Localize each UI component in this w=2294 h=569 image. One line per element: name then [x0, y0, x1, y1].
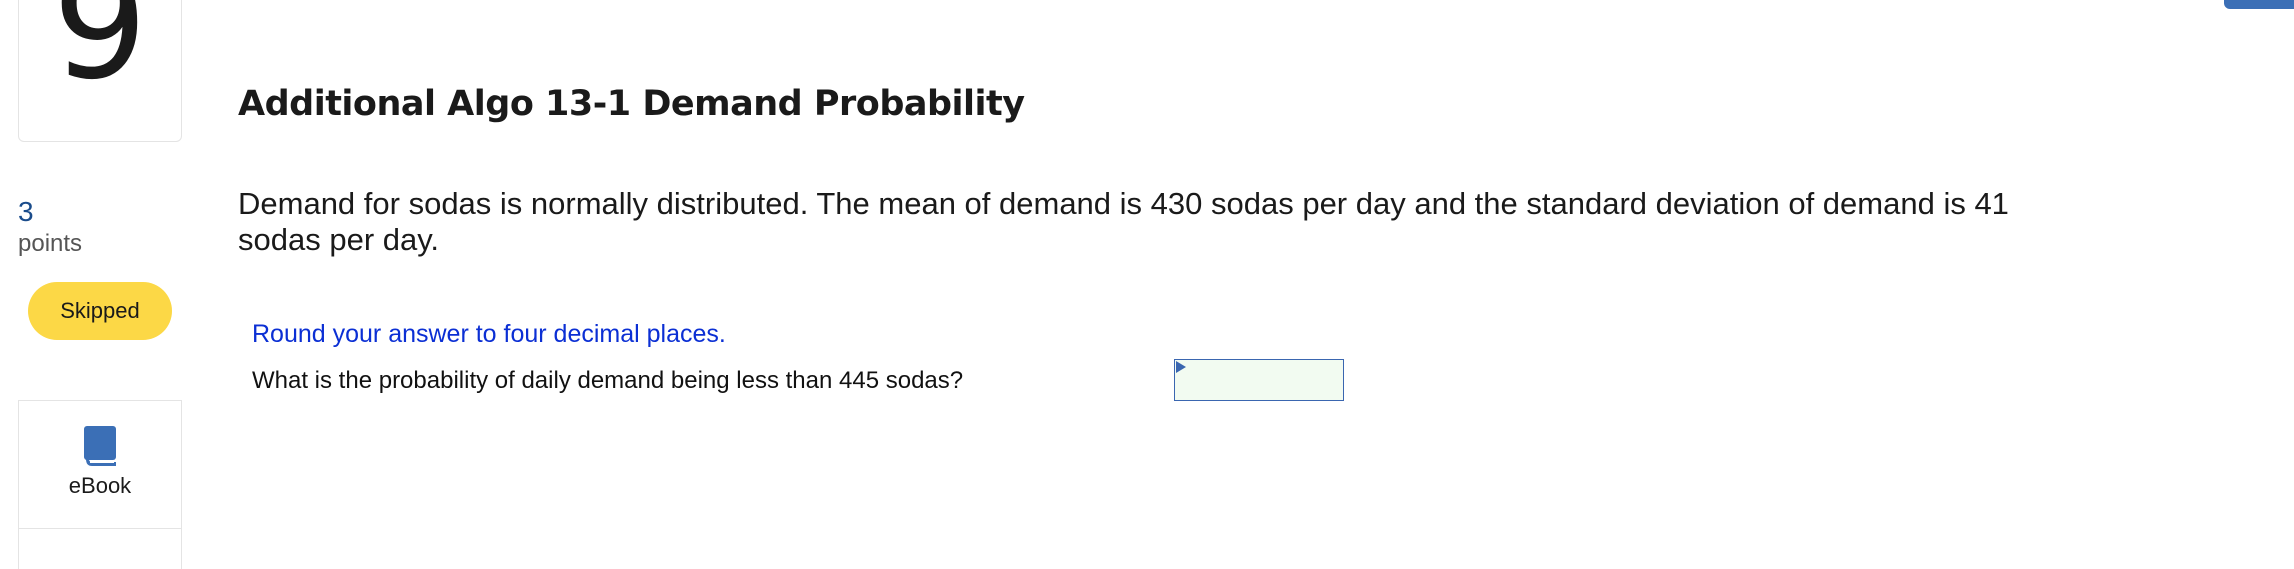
- status-badge-label: Skipped: [60, 298, 140, 323]
- book-icon: [84, 426, 116, 466]
- status-badge: Skipped: [28, 282, 172, 340]
- top-right-tab[interactable]: [2224, 0, 2294, 9]
- points-label: points: [18, 230, 83, 257]
- question-title: Additional Algo 13-1 Demand Probability: [238, 84, 1025, 124]
- answer-input[interactable]: [1174, 359, 1344, 401]
- question-prompt: What is the probability of daily demand …: [252, 367, 964, 394]
- question-number: 9: [52, 0, 148, 113]
- instruction-text: Round your answer to four decimal places…: [252, 320, 726, 348]
- resource-box[interactable]: [18, 528, 182, 569]
- points-value: 3: [18, 196, 34, 227]
- ebook-label: eBook: [68, 473, 132, 498]
- ebook-button[interactable]: eBook: [18, 400, 182, 529]
- question-number-box: 9: [18, 0, 182, 142]
- input-flag-icon: [1176, 361, 1186, 373]
- problem-statement: Demand for sodas is normally distributed…: [238, 186, 2009, 257]
